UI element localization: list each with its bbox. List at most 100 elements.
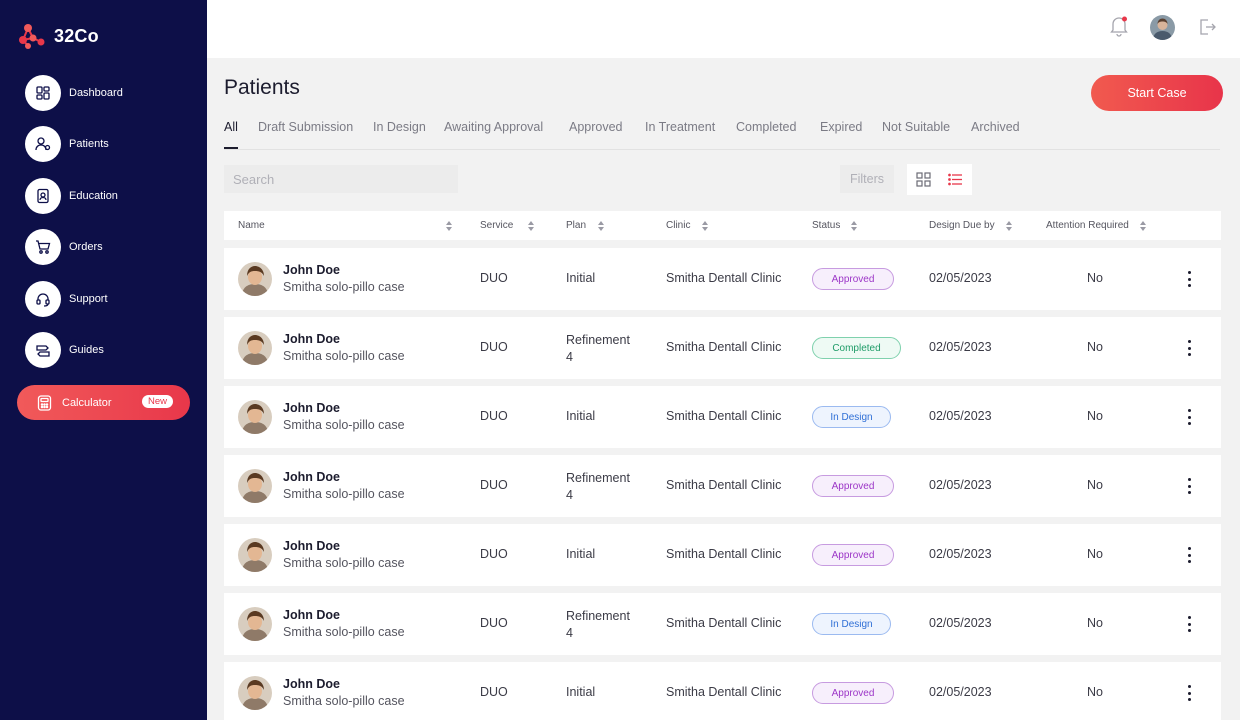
headset-icon	[25, 281, 61, 317]
patient-name[interactable]: John Doe	[283, 608, 340, 622]
patients-icon	[25, 126, 61, 162]
table-row[interactable]: John Doe Smitha solo-pillo case DUO Refinem…	[224, 317, 1221, 379]
service-cell: DUO	[480, 409, 508, 423]
column-header-name[interactable]: Name	[238, 211, 452, 240]
patient-name[interactable]: John Doe	[283, 539, 340, 553]
column-header-label: Name	[238, 220, 265, 231]
more-options-icon[interactable]	[1182, 613, 1196, 635]
attention-cell: No	[1087, 409, 1103, 423]
status-badge: Approved	[812, 682, 894, 704]
patient-case: Smitha solo-pillo case	[283, 694, 405, 708]
sidebar-item-calculator[interactable]: Calculator New	[17, 385, 190, 420]
design-due-cell: 02/05/2023	[929, 271, 992, 285]
patient-avatar	[238, 538, 272, 572]
more-options-icon[interactable]	[1182, 268, 1196, 290]
attention-cell: No	[1087, 271, 1103, 285]
column-header-label: Plan	[566, 220, 587, 231]
column-header-label: Status	[812, 220, 841, 231]
grid-view-icon[interactable]	[907, 164, 939, 195]
sort-icon	[1005, 220, 1012, 231]
sidebar-item-orders[interactable]: Orders	[25, 229, 103, 265]
attention-cell: No	[1087, 340, 1103, 354]
sidebar-item-education[interactable]: Education	[25, 178, 118, 214]
calculator-label: Calculator	[62, 396, 112, 409]
more-options-icon[interactable]	[1182, 475, 1196, 497]
sidebar-item-patients[interactable]: Patients	[25, 126, 109, 162]
new-badge: New	[141, 395, 173, 408]
design-due-cell: 02/05/2023	[929, 685, 992, 699]
more-options-icon[interactable]	[1182, 337, 1196, 359]
clinic-cell: Smitha Dentall Clinic	[666, 478, 782, 492]
patient-case: Smitha solo-pillo case	[283, 556, 405, 570]
tab-expired[interactable]: Expired	[820, 120, 862, 134]
service-cell: DUO	[480, 685, 508, 699]
filters-button[interactable]: Filters	[840, 165, 894, 193]
tab-awaiting-approval[interactable]: Awaiting Approval	[444, 120, 543, 134]
more-options-icon[interactable]	[1182, 682, 1196, 704]
avatar[interactable]	[1150, 15, 1175, 40]
service-cell: DUO	[480, 478, 508, 492]
clinic-cell: Smitha Dentall Clinic	[666, 340, 782, 354]
attention-cell: No	[1087, 478, 1103, 492]
status-badge: Approved	[812, 475, 894, 497]
list-view-icon[interactable]	[939, 164, 971, 195]
tab-not-suitable[interactable]: Not Suitable	[882, 120, 950, 134]
clinic-cell: Smitha Dentall Clinic	[666, 685, 782, 699]
tab-in-treatment[interactable]: In Treatment	[645, 120, 715, 134]
top-bar	[207, 0, 1240, 58]
tab-in-design[interactable]: In Design	[373, 120, 426, 134]
patient-name[interactable]: John Doe	[283, 263, 340, 277]
service-cell: DUO	[480, 340, 508, 354]
patient-name[interactable]: John Doe	[283, 470, 340, 484]
education-icon	[25, 178, 61, 214]
sidebar-item-support[interactable]: Support	[25, 281, 108, 317]
column-header-service[interactable]: Service	[480, 211, 535, 240]
status-badge: Approved	[812, 268, 894, 290]
design-due-cell: 02/05/2023	[929, 478, 992, 492]
table-row[interactable]: John Doe Smitha solo-pillo case DUO Initial…	[224, 386, 1221, 448]
table-row[interactable]: John Doe Smitha solo-pillo case DUO Refinem…	[224, 455, 1221, 517]
table-header: Name Service Plan Clinic Status Design D…	[224, 211, 1221, 240]
more-options-icon[interactable]	[1182, 544, 1196, 566]
table-row[interactable]: John Doe Smitha solo-pillo case DUO Refinem…	[224, 593, 1221, 655]
column-header-status[interactable]: Status	[812, 211, 858, 240]
service-cell: DUO	[480, 616, 508, 630]
table-row[interactable]: John Doe Smitha solo-pillo case DUO Initial…	[224, 524, 1221, 586]
patient-name[interactable]: John Doe	[283, 401, 340, 415]
patient-avatar	[238, 469, 272, 503]
start-case-button[interactable]: Start Case	[1091, 75, 1223, 111]
patient-avatar	[238, 262, 272, 296]
table-row[interactable]: John Doe Smitha solo-pillo case DUO Initial…	[224, 248, 1221, 310]
sidebar-item-guides[interactable]: Guides	[25, 332, 104, 368]
table-row[interactable]: John Doe Smitha solo-pillo case DUO Initial…	[224, 662, 1221, 720]
search-input[interactable]	[224, 165, 458, 193]
active-tab-indicator	[224, 147, 238, 149]
bell-icon[interactable]	[1109, 15, 1129, 42]
sidebar-item-dashboard[interactable]: Dashboard	[25, 75, 123, 111]
tab-approved[interactable]: Approved	[569, 120, 623, 134]
patient-name[interactable]: John Doe	[283, 677, 340, 691]
design-due-cell: 02/05/2023	[929, 616, 992, 630]
tab-completed[interactable]: Completed	[736, 120, 796, 134]
status-tabs: All Draft Submission In Design Awaiting …	[224, 120, 1220, 150]
logout-icon[interactable]	[1197, 17, 1217, 42]
sort-icon	[702, 220, 709, 231]
sidebar-item-label: Patients	[69, 138, 109, 150]
sidebar-item-label: Dashboard	[69, 87, 123, 99]
sidebar-item-label: Orders	[69, 241, 103, 253]
patient-name[interactable]: John Doe	[283, 332, 340, 346]
column-header-clinic[interactable]: Clinic	[666, 211, 709, 240]
column-header-attention-required[interactable]: Attention Required	[1046, 211, 1146, 240]
column-header-plan[interactable]: Plan	[566, 211, 605, 240]
plan-cell: Initial	[566, 271, 596, 285]
tab-all[interactable]: All	[224, 120, 238, 134]
column-header-label: Clinic	[666, 220, 691, 231]
dashboard-icon	[25, 75, 61, 111]
patient-case: Smitha solo-pillo case	[283, 349, 405, 363]
logo[interactable]: 32Co	[16, 22, 99, 50]
tab-draft-submission[interactable]: Draft Submission	[258, 120, 353, 134]
attention-cell: No	[1087, 685, 1103, 699]
more-options-icon[interactable]	[1182, 406, 1196, 428]
column-header-design-due-by[interactable]: Design Due by	[929, 211, 1012, 240]
tab-archived[interactable]: Archived	[971, 120, 1020, 134]
